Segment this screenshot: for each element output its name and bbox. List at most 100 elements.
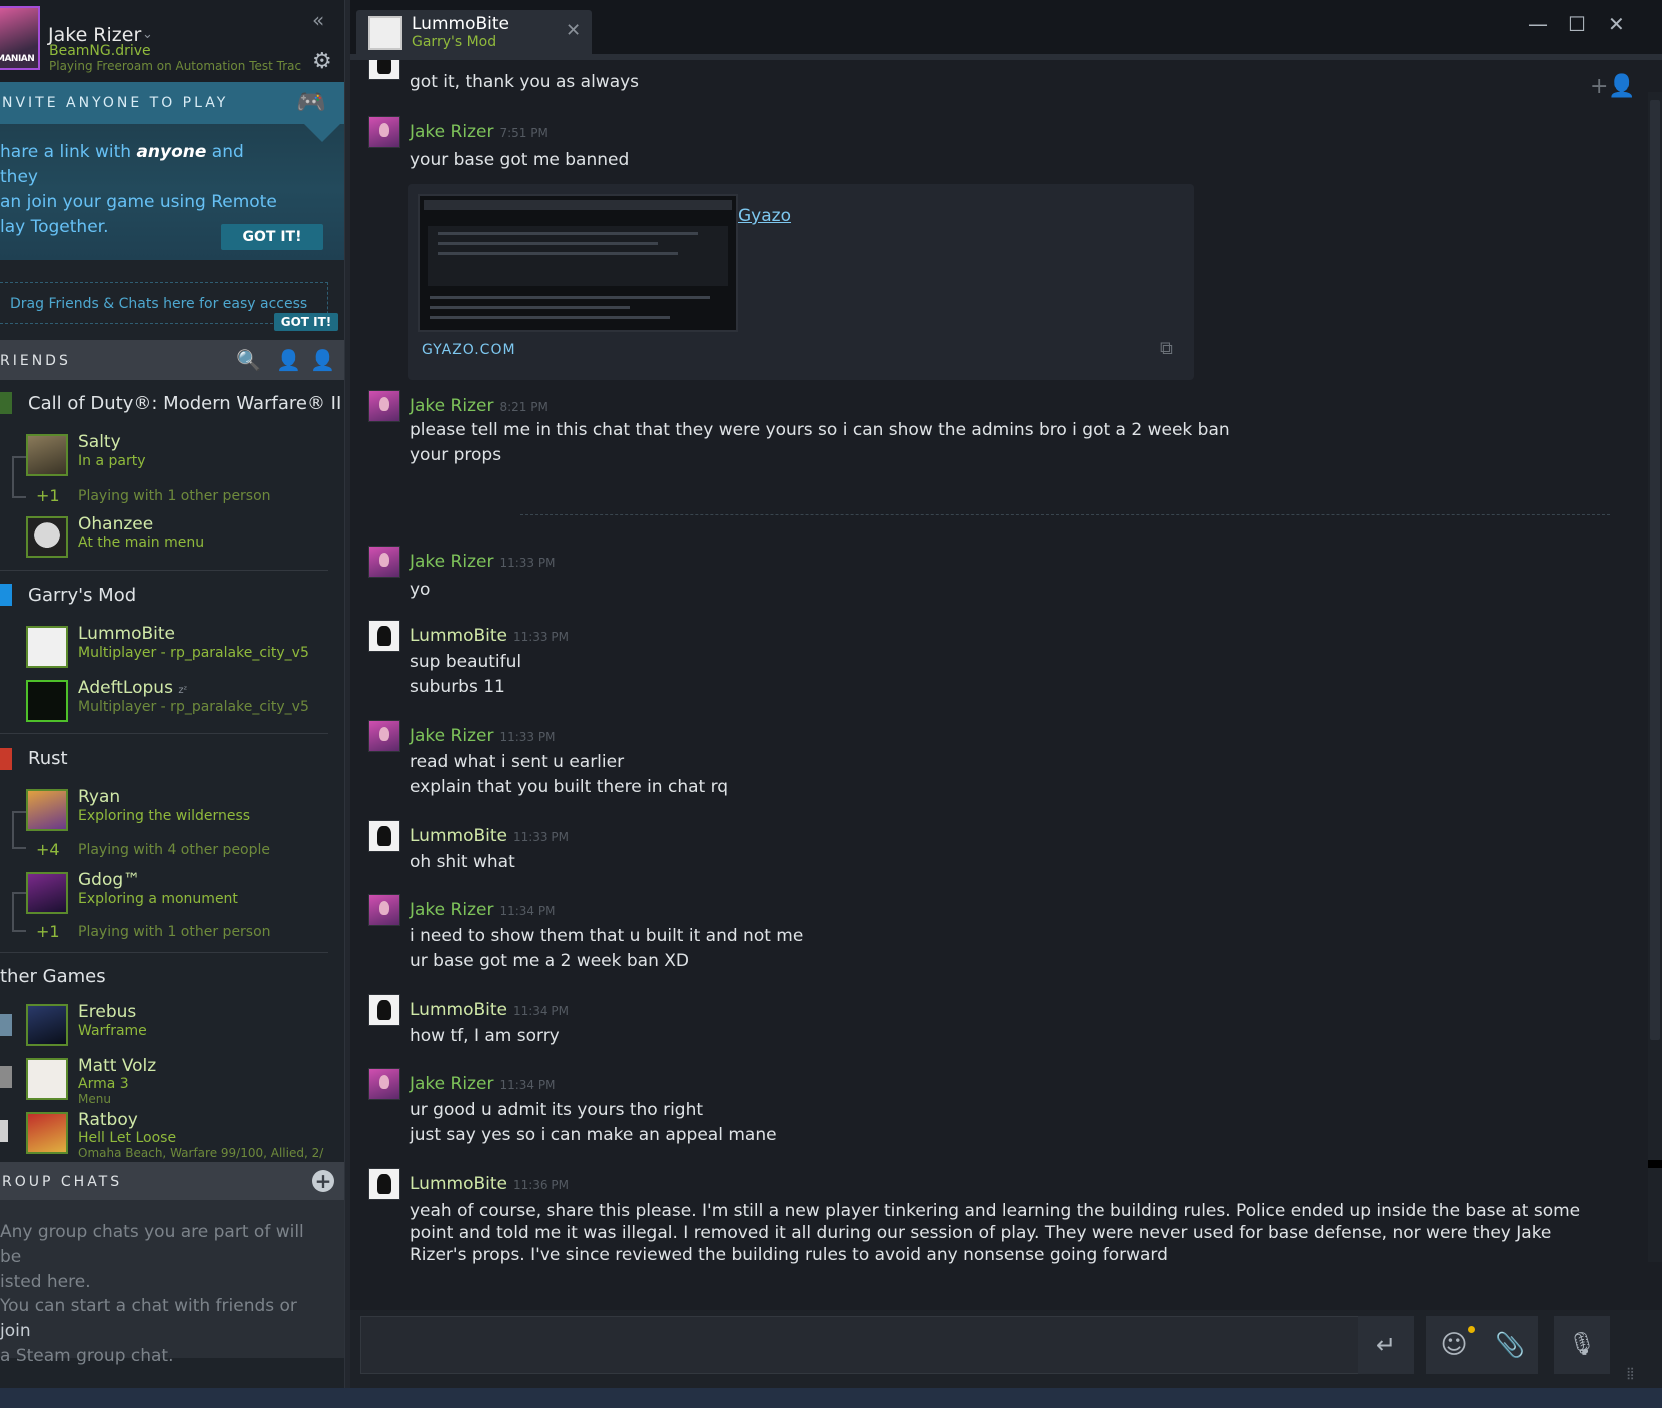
join-link[interactable]: join	[0, 1321, 31, 1341]
send-icon[interactable]: ↵	[1358, 1316, 1414, 1374]
friend-matt-volz[interactable]: Matt Volz Arma 3 Menu	[26, 1056, 336, 1106]
friend-name: Ryan	[78, 787, 121, 807]
minimize-icon[interactable]: —	[1528, 12, 1548, 36]
friend-status: Warframe	[78, 1023, 147, 1039]
chat-tab-game: Garry's Mod	[412, 34, 497, 50]
friend-ryan[interactable]: Ryan Exploring the wilderness	[26, 787, 336, 835]
add-group-chat-icon[interactable]: +	[312, 1170, 334, 1192]
thumb-panel	[428, 226, 728, 286]
add-friend-to-chat-icon[interactable]: +👤	[1590, 74, 1636, 99]
game-group-title[interactable]: Call of Duty®: Modern Warfare® II | '	[28, 393, 344, 414]
party-bracket	[12, 456, 26, 498]
message-text: ur base got me a 2 week ban XD	[410, 951, 690, 971]
attach-icon[interactable]: 📎	[1482, 1316, 1538, 1374]
friend-name: LummoBite	[78, 624, 175, 644]
search-icon[interactable]: 🔍	[236, 348, 261, 372]
avatar	[26, 1112, 68, 1154]
friend-erebus[interactable]: Erebus Warframe	[26, 1002, 336, 1050]
game-group-title[interactable]: ther Games	[0, 966, 106, 987]
avatar	[368, 390, 400, 422]
divider	[0, 570, 328, 571]
message-text: explain that you built there in chat rq	[410, 777, 729, 797]
microphone-icon[interactable]: 🎙	[1554, 1316, 1610, 1374]
friend-adeftlopus[interactable]: AdeftLopus zᶻ Multiplayer - rp_paralake_…	[26, 678, 336, 726]
avatar	[26, 680, 68, 722]
message-text: oh shit what	[410, 852, 515, 872]
avatar	[26, 626, 68, 668]
collapse-icon[interactable]: «	[312, 8, 324, 32]
friend-name: Salty	[78, 432, 121, 452]
avatar	[368, 60, 400, 80]
game-icon	[0, 584, 12, 606]
game-group-title[interactable]: Garry's Mod	[28, 585, 136, 606]
message-text: suburbs 11	[410, 677, 505, 697]
group-chats-title: ROUP CHATS	[2, 1174, 123, 1190]
gear-icon[interactable]: ⚙	[312, 50, 336, 74]
drag-got-it-button[interactable]: GOT IT!	[274, 313, 338, 331]
message-author[interactable]: LummoBite 11:33 PM	[410, 626, 569, 646]
friend-salty[interactable]: Salty In a party	[26, 432, 336, 480]
friend-status: At the main menu	[78, 535, 205, 551]
game-icon	[0, 748, 12, 770]
message-author[interactable]: LummoBite 11:34 PM	[410, 1000, 569, 1020]
maximize-icon[interactable]: ☐	[1568, 12, 1586, 36]
message-list[interactable]: got it, thank you as always Jake Rizer 7:…	[350, 60, 1640, 1310]
message-author[interactable]: Jake Rizer 11:34 PM	[410, 1074, 555, 1094]
party-count: +1	[36, 922, 60, 941]
friend-status: Exploring the wilderness	[78, 808, 251, 824]
avatar	[368, 116, 400, 148]
avatar[interactable]: MANIAN	[0, 6, 40, 70]
friend-list-icon[interactable]: 👤	[276, 348, 301, 372]
message-author[interactable]: LummoBite 11:36 PM	[410, 1174, 569, 1194]
resize-grip-icon[interactable]: ⣿	[1626, 1366, 1635, 1380]
group-chats-header: ROUP CHATS +	[0, 1162, 344, 1200]
friend-ratboy[interactable]: Ratboy Hell Let Loose Omaha Beach, Warfa…	[26, 1110, 336, 1160]
profile-game: BeamNG.drive	[49, 43, 151, 59]
user-profile[interactable]: MANIAN Jake Rizer ⌄ BeamNG.drive Playing…	[0, 0, 344, 82]
friend-substatus: Omaha Beach, Warfare 99/100, Allied, 2/	[78, 1146, 324, 1160]
copy-icon[interactable]: ⧉	[1160, 338, 1173, 359]
avatar	[368, 16, 402, 50]
friend-name: Erebus	[78, 1002, 137, 1022]
message-author[interactable]: Jake Rizer 11:34 PM	[410, 900, 555, 920]
close-window-icon[interactable]: ✕	[1608, 12, 1625, 36]
friend-gdog[interactable]: Gdog™ Exploring a monument	[26, 870, 336, 918]
party-bracket	[12, 811, 26, 849]
message-author[interactable]: Jake Rizer 7:51 PM	[410, 122, 548, 142]
friend-status: Multiplayer - rp_paralake_city_v5	[78, 645, 309, 661]
message-text: your base got me banned	[410, 150, 630, 170]
embed-title-link[interactable]: Gyazo	[738, 206, 791, 226]
add-friend-icon[interactable]: 👤	[310, 348, 335, 372]
group-chats-hint: Any group chats you are part of will be …	[0, 1222, 304, 1292]
friend-ohanzee[interactable]: Ohanzee At the main menu	[26, 514, 336, 562]
game-icon	[0, 1120, 8, 1142]
friends-header: RIENDS 🔍 👤 👤	[0, 340, 344, 380]
message-input[interactable]	[360, 1316, 1360, 1374]
game-icon	[0, 1066, 12, 1088]
divider	[0, 952, 328, 953]
game-group-title[interactable]: Rust	[28, 748, 68, 769]
embed-thumbnail[interactable]	[418, 194, 738, 332]
friend-lummobite[interactable]: LummoBite Multiplayer - rp_paralake_city…	[26, 624, 336, 672]
invite-got-it-button[interactable]: GOT IT!	[221, 224, 323, 250]
emoji-icon[interactable]: ☺	[1426, 1316, 1482, 1374]
message-author[interactable]: Jake Rizer 11:33 PM	[410, 552, 555, 572]
link-embed[interactable]: Gyazo GYAZO.COM ⧉	[408, 184, 1194, 380]
scrollbar[interactable]	[1648, 92, 1662, 1262]
friend-name: AdeftLopus zᶻ	[78, 678, 188, 698]
avatar	[368, 994, 400, 1026]
message-text: got it, thank you as always	[410, 72, 640, 92]
invite-header: NVITE ANYONE TO PLAY 🎮	[0, 82, 344, 124]
game-icon	[0, 392, 12, 414]
message-author[interactable]: Jake Rizer 8:21 PM	[410, 396, 548, 416]
taskbar-strip	[0, 1388, 1662, 1408]
close-icon[interactable]: ✕	[566, 20, 581, 41]
chevron-down-icon[interactable]: ⌄	[142, 27, 153, 42]
avatar	[368, 1168, 400, 1200]
scrollbar-thumb[interactable]	[1650, 100, 1660, 1040]
chat-tab[interactable]: LummoBite Garry's Mod ✕	[356, 10, 592, 56]
avatar	[26, 789, 68, 831]
message-author[interactable]: Jake Rizer 11:33 PM	[410, 726, 555, 746]
thumb-row	[438, 242, 658, 245]
message-author[interactable]: LummoBite 11:33 PM	[410, 826, 569, 846]
